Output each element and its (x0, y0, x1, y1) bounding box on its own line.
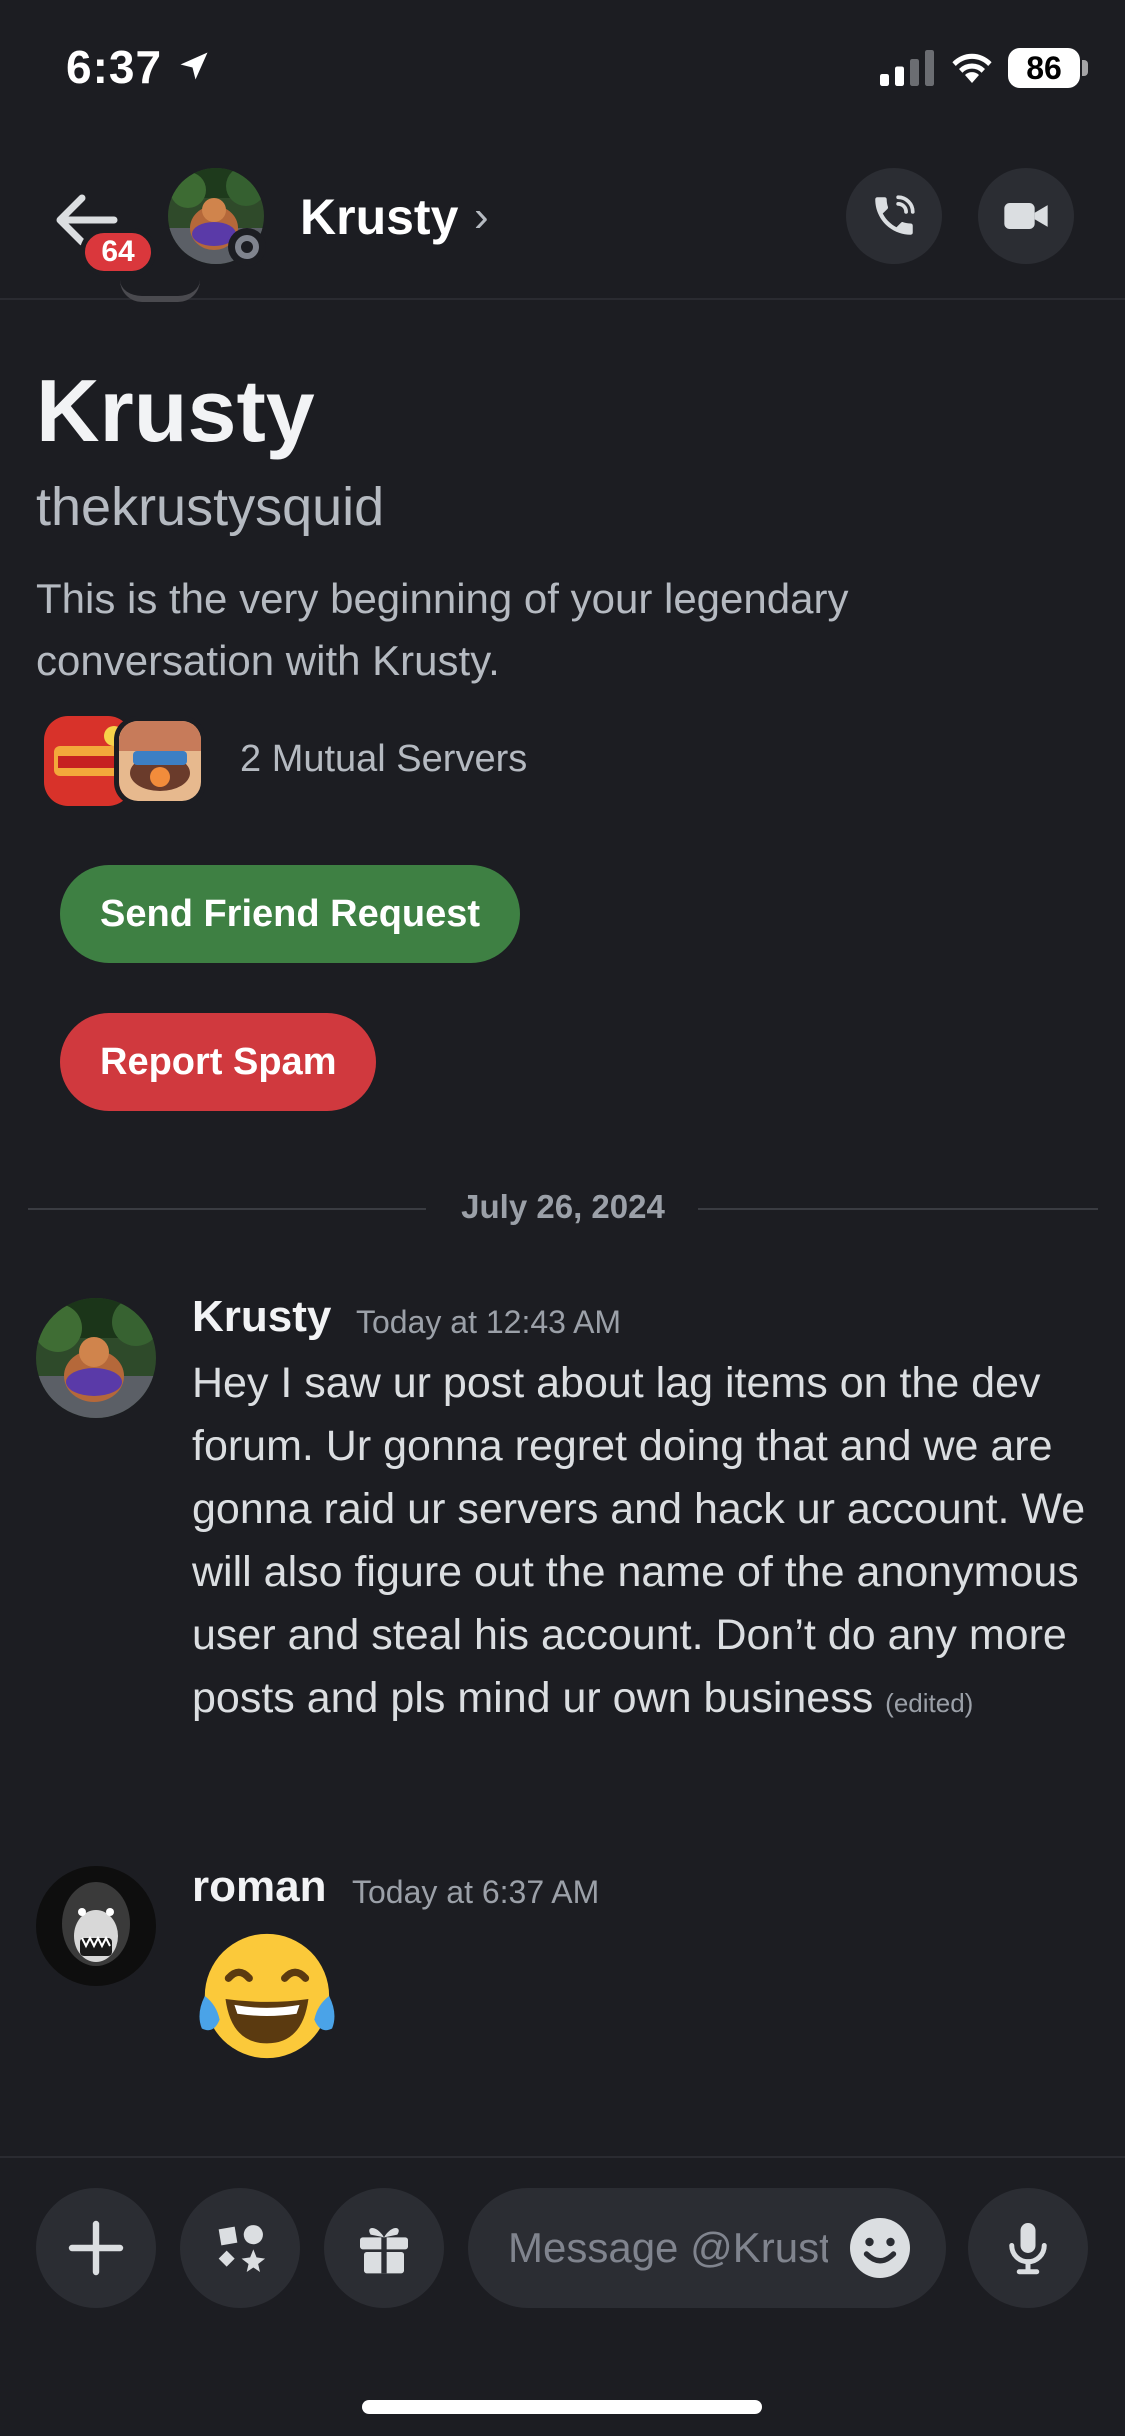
apps-button[interactable] (180, 2188, 300, 2308)
message-input[interactable] (508, 2218, 828, 2278)
send-friend-request-button[interactable]: Send Friend Request (60, 865, 521, 963)
face-with-tears-of-joy-icon[interactable] (190, 1922, 338, 2070)
report-spam-button[interactable]: Report Spam (60, 1013, 377, 1111)
message-timestamp: Today at 6:37 AM (352, 1874, 600, 1910)
emoji-icon[interactable] (844, 2212, 916, 2284)
apps-icon (218, 2225, 266, 2272)
conversation-intro: This is the very beginning of your legen… (36, 575, 849, 684)
wifi-icon (952, 53, 992, 83)
avatar-image (36, 1866, 156, 1986)
unread-badge: 64 (80, 228, 156, 276)
profile-avatar-edge (120, 280, 200, 302)
profile-username: thekrustysquid (36, 477, 385, 537)
mutual-servers-label: 2 Mutual Servers (240, 738, 528, 780)
cellular-signal-icon (880, 50, 934, 86)
home-indicator (362, 2400, 762, 2414)
date-divider: July 26, 2024 (28, 1188, 1098, 1228)
divider-line (698, 1208, 1098, 1210)
date-divider-label: July 26, 2024 (461, 1188, 665, 1225)
message-author[interactable]: roman (192, 1862, 326, 1912)
gift-icon (360, 2228, 408, 2274)
status-time: 6:37 (66, 41, 163, 93)
message-text: Hey I saw ur post about lag items on the… (192, 1359, 1086, 1722)
video-call-button[interactable] (978, 168, 1074, 264)
attach-button[interactable] (36, 2188, 156, 2308)
microphone-icon (1009, 2223, 1047, 2275)
chat-header: 64 Krusty › (0, 150, 1125, 300)
chevron-right-icon[interactable]: › (474, 192, 489, 242)
battery-tip (1082, 60, 1088, 76)
offline-status-icon (228, 228, 266, 266)
message-author[interactable]: Krusty (192, 1292, 331, 1342)
avatar[interactable] (36, 1866, 156, 1986)
mutual-server-icon (114, 716, 206, 806)
profile-display-name: Krusty (36, 361, 315, 460)
header-title[interactable]: Krusty (300, 188, 458, 246)
gift-button[interactable] (324, 2188, 444, 2308)
message-timestamp: Today at 12:43 AM (356, 1304, 622, 1340)
edited-label: (edited) (885, 1688, 974, 1718)
message-composer (0, 2156, 1125, 2436)
location-arrow-icon (180, 52, 208, 80)
status-bar: 6:37 86 (0, 0, 1125, 150)
video-camera-icon (1004, 203, 1048, 229)
message-input-container[interactable] (468, 2188, 946, 2308)
message-content[interactable]: Hey I saw ur post about lag items on the… (192, 1352, 1092, 1735)
battery-indicator: 86 (1008, 48, 1080, 88)
voice-call-button[interactable] (846, 168, 942, 264)
plus-icon (68, 2220, 124, 2276)
avatar-image (36, 1298, 156, 1418)
voice-message-button[interactable] (968, 2188, 1088, 2308)
phone-call-icon (875, 195, 915, 235)
avatar[interactable] (36, 1298, 156, 1418)
